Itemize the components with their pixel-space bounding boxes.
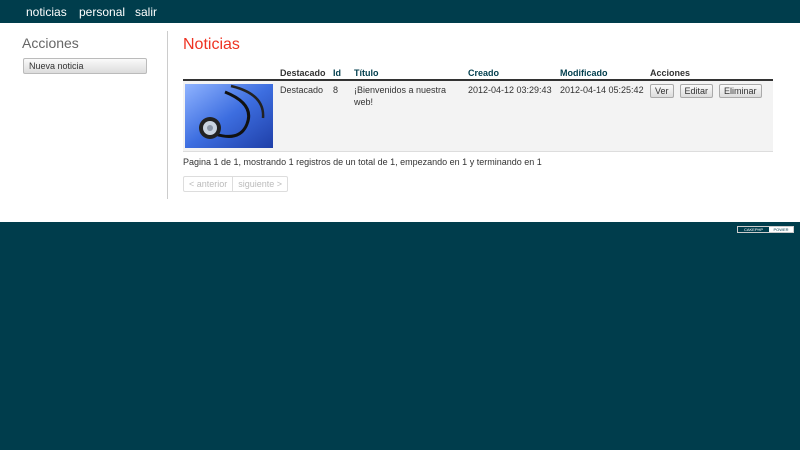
- next-page-button[interactable]: siguiente >: [232, 177, 287, 191]
- table-header-titulo[interactable]: Título: [352, 66, 466, 81]
- news-table: Destacado Id Título Creado Modificado Ac…: [183, 66, 773, 152]
- row-id: 8: [331, 80, 352, 152]
- row-creado: 2012-04-12 03:29:43: [466, 80, 558, 152]
- table-header-image: [183, 66, 278, 81]
- pager: < anterior siguiente >: [183, 176, 289, 192]
- table-header-creado[interactable]: Creado: [466, 66, 558, 81]
- table-row: Destacado 8 ¡Bienvenidos a nuestra web! …: [183, 80, 773, 152]
- row-destacado: Destacado: [278, 80, 331, 152]
- powered-badge[interactable]: CAKEPHP POWER: [737, 226, 794, 233]
- view-button[interactable]: Ver: [650, 84, 674, 98]
- prev-page-button[interactable]: < anterior: [184, 177, 232, 191]
- row-modificado: 2012-04-14 05:25:42: [558, 80, 648, 152]
- nav-personal-link[interactable]: personal: [79, 5, 125, 19]
- paging-summary: Pagina 1 de 1, mostrando 1 registros de …: [183, 157, 542, 167]
- stethoscope-image: [185, 84, 273, 148]
- table-header-row: Destacado Id Título Creado Modificado Ac…: [183, 66, 773, 81]
- sidebar-title: Acciones: [22, 35, 79, 51]
- powered-badge-left: CAKEPHP: [738, 227, 769, 232]
- new-news-button[interactable]: Nueva noticia: [23, 58, 147, 74]
- table-header-acciones: Acciones: [648, 66, 773, 81]
- table-header-destacado: Destacado: [278, 66, 331, 81]
- nav-salir-link[interactable]: salir: [135, 5, 157, 19]
- table-header-id[interactable]: Id: [331, 66, 352, 81]
- edit-button[interactable]: Editar: [679, 84, 714, 98]
- top-nav: noticias personal salir: [0, 0, 800, 23]
- vertical-divider: [167, 31, 168, 199]
- table-header-modificado[interactable]: Modificado: [558, 66, 648, 81]
- row-titulo: ¡Bienvenidos a nuestra web!: [352, 80, 466, 152]
- content-area: Acciones Nueva noticia Noticias Destacad…: [0, 23, 800, 222]
- powered-badge-right: POWER: [769, 227, 793, 232]
- nav-noticias-link[interactable]: noticias: [26, 5, 67, 19]
- row-image-cell: [183, 80, 278, 152]
- actions-sidebar: Acciones Nueva noticia: [22, 35, 148, 74]
- main-panel: Noticias Destacado Id Título Creado Modi…: [183, 35, 775, 192]
- page-title: Noticias: [183, 36, 240, 53]
- row-actions: Ver Editar Eliminar: [648, 80, 773, 152]
- delete-button[interactable]: Eliminar: [719, 84, 762, 98]
